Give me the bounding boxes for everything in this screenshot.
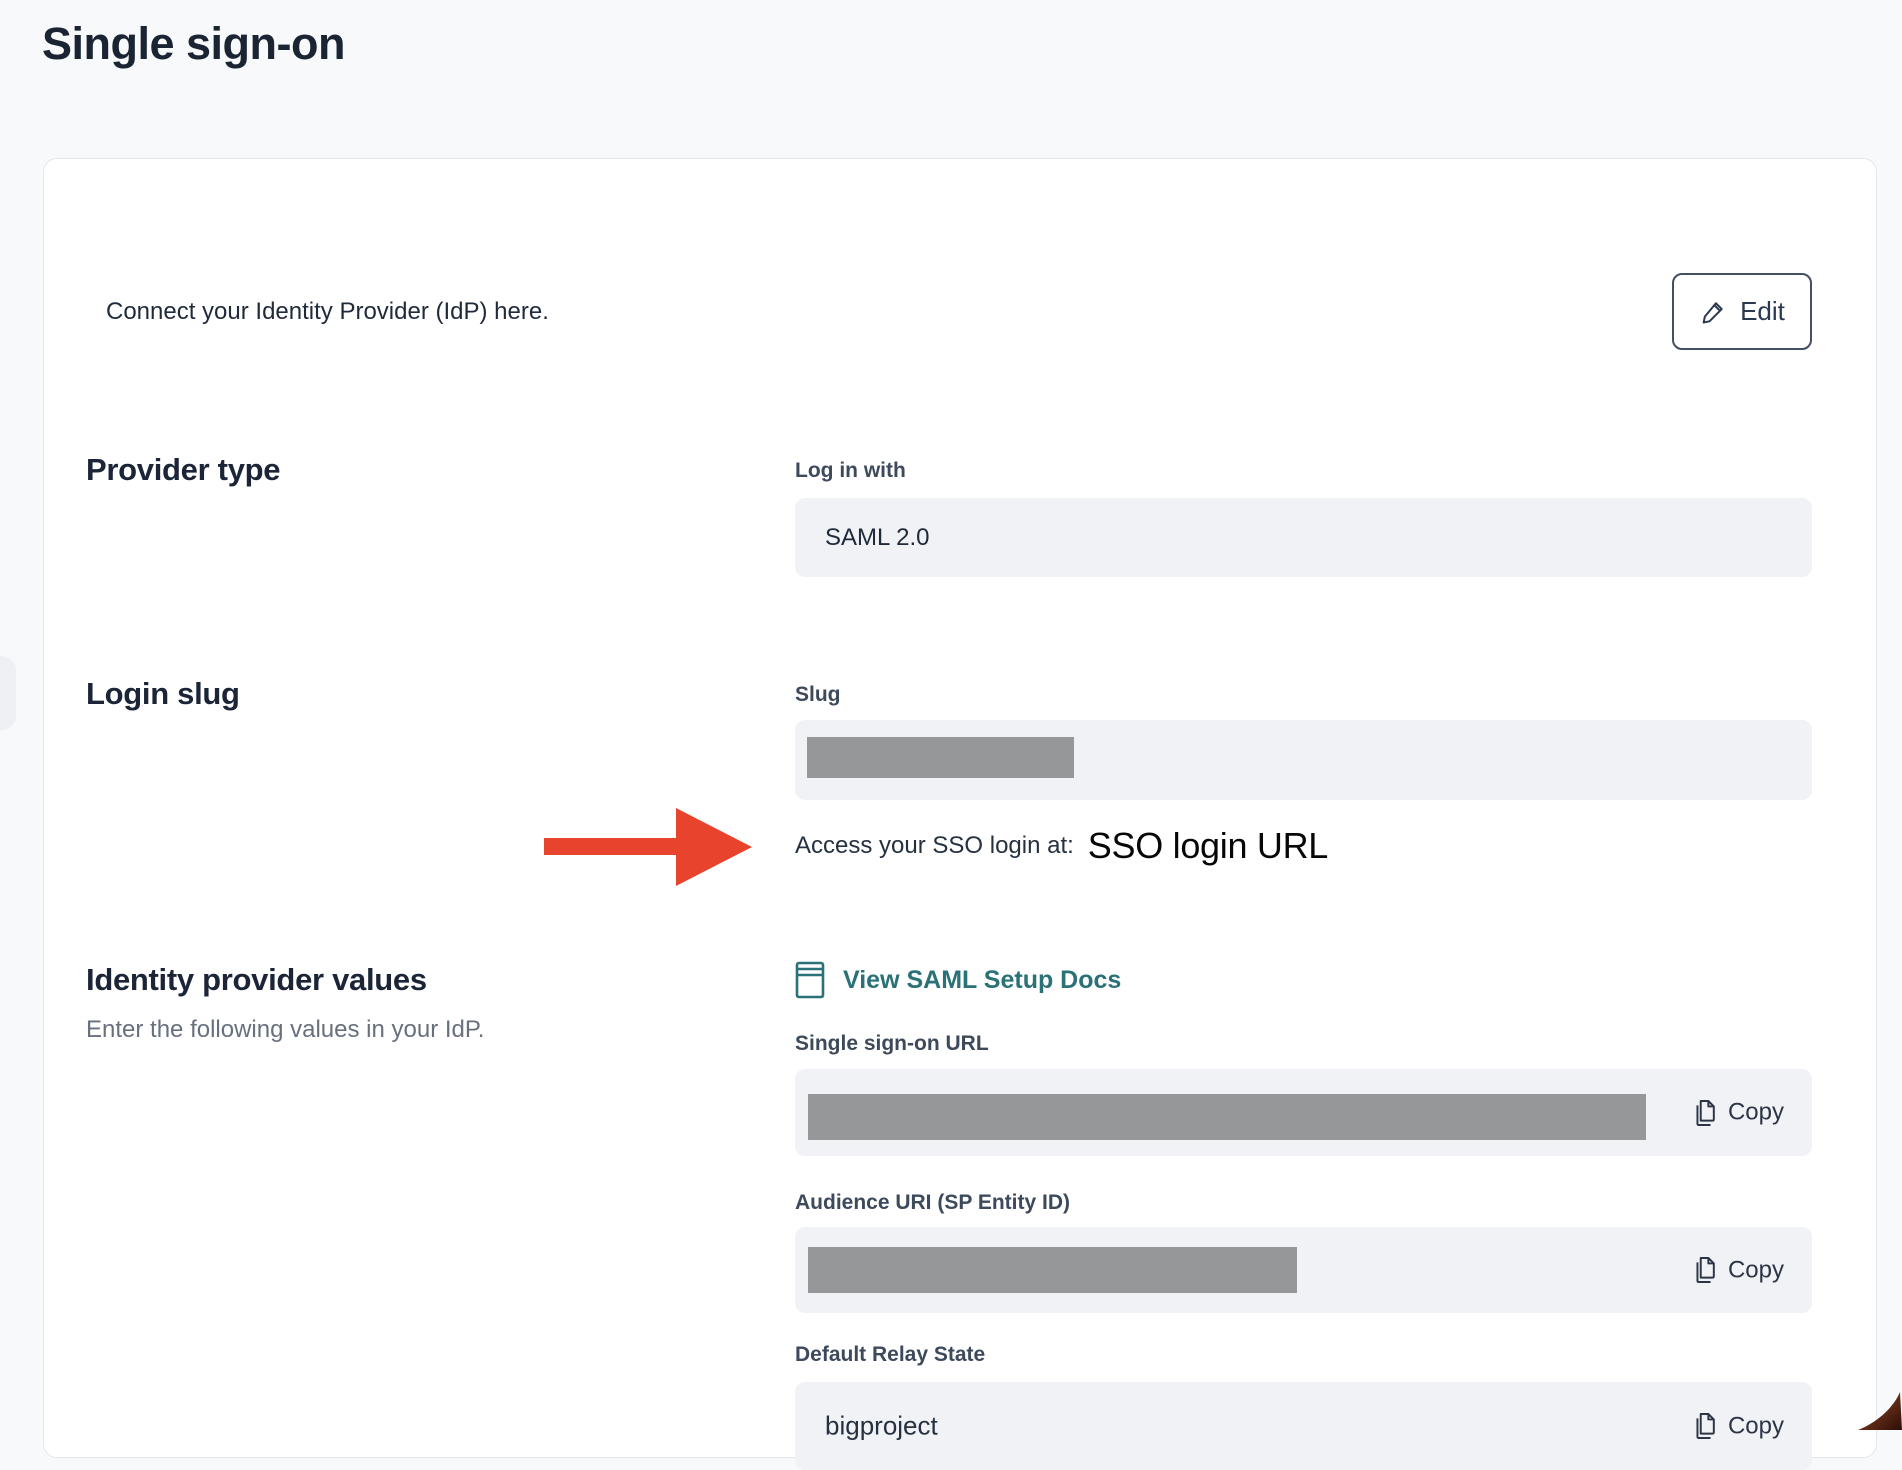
redacted-sso-url-value [808,1094,1646,1140]
copy-icon [1692,1256,1716,1285]
slug-label: Slug [795,683,841,707]
login-slug-heading: Login slug [86,676,240,712]
slug-field [795,720,1812,800]
view-saml-setup-docs-link[interactable]: View SAML Setup Docs [795,958,1121,1002]
copy-audience-uri-button[interactable]: Copy [1692,1256,1784,1285]
idp-values-heading: Identity provider values [86,962,427,998]
pencil-icon [1699,298,1727,326]
corner-cursor-artifact [1854,1392,1902,1430]
copy-sso-url-button[interactable]: Copy [1692,1098,1784,1127]
copy-icon [1692,1098,1716,1127]
docs-link-label: View SAML Setup Docs [843,966,1121,995]
audience-uri-label: Audience URI (SP Entity ID) [795,1191,1070,1215]
single-sign-on-url-field: Copy [795,1069,1812,1156]
default-relay-state-field: bigproject Copy [795,1382,1812,1470]
sso-login-annotation: Access your SSO login at: SSO login URL [795,818,1328,874]
document-icon [795,961,825,999]
log-in-with-label: Log in with [795,459,906,483]
provider-type-field: SAML 2.0 [795,498,1812,577]
single-sign-on-url-label: Single sign-on URL [795,1032,989,1056]
copy-relay-state-button[interactable]: Copy [1692,1412,1784,1441]
default-relay-state-value: bigproject [825,1411,938,1442]
sso-login-url-annotation: SSO login URL [1088,825,1328,867]
redacted-slug-value [807,737,1074,778]
page-title: Single sign-on [42,18,345,70]
red-arrow [544,838,680,855]
provider-type-heading: Provider type [86,452,280,488]
copy-icon [1692,1412,1716,1441]
red-arrow-head [676,808,752,886]
idp-values-subheading: Enter the following values in your IdP. [86,1016,484,1044]
copy-button-label: Copy [1728,1099,1784,1127]
sso-settings-page: Single sign-on Connect your Identity Pro… [0,0,1902,1430]
audience-uri-field: Copy [795,1227,1812,1313]
copy-button-label: Copy [1728,1256,1784,1284]
copy-button-label: Copy [1728,1412,1784,1440]
left-edge-tab [0,656,16,730]
default-relay-state-label: Default Relay State [795,1343,985,1367]
redacted-audience-uri-value [808,1247,1297,1293]
access-login-text: Access your SSO login at: [795,832,1074,860]
provider-type-value: SAML 2.0 [825,524,930,552]
intro-text: Connect your Identity Provider (IdP) her… [106,298,549,326]
edit-button[interactable]: Edit [1672,273,1812,350]
edit-button-label: Edit [1740,296,1785,327]
